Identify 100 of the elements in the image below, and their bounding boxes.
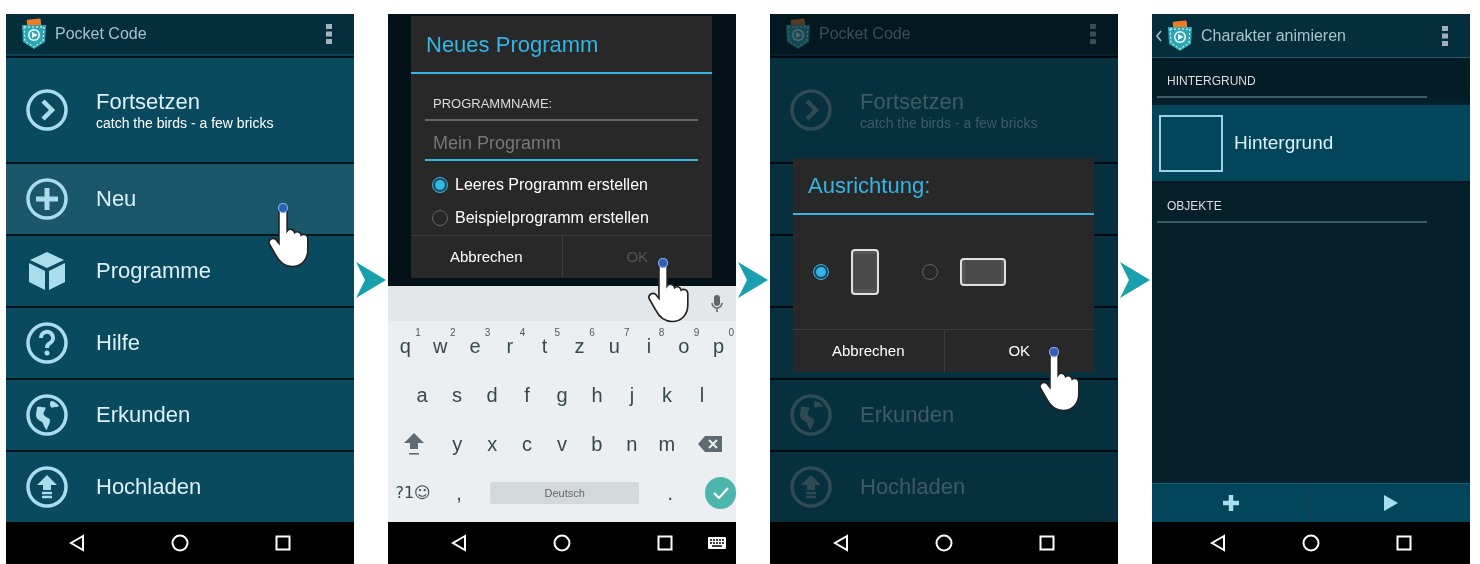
key[interactable]: d <box>474 372 510 417</box>
recent-apps-icon[interactable] <box>656 535 673 551</box>
key[interactable]: j <box>614 372 650 417</box>
key-hint: 9 <box>693 325 700 340</box>
key[interactable]: z 6 <box>562 323 597 368</box>
radio-button[interactable] <box>813 264 829 280</box>
menu-item[interactable]: Hochladen <box>6 452 354 522</box>
key[interactable]: c <box>509 422 545 467</box>
microphone-icon[interactable] <box>711 294 723 313</box>
menu-item[interactable]: Programme <box>6 236 354 306</box>
key-hint: 6 <box>589 325 595 340</box>
key-hint: 7 <box>624 325 630 340</box>
recent-apps-icon[interactable] <box>1038 535 1055 551</box>
plus-icon <box>1223 495 1239 511</box>
back-icon[interactable] <box>450 534 469 552</box>
home-icon[interactable] <box>553 534 571 552</box>
thumbnail-frame <box>1159 114 1223 172</box>
key[interactable]: h <box>579 372 615 417</box>
portrait-phone-icon[interactable] <box>851 249 879 295</box>
upload-circle-icon <box>789 465 833 509</box>
shift-arrow-icon <box>402 432 425 457</box>
radio-button[interactable] <box>432 176 448 193</box>
chevron-circle-icon <box>25 88 69 132</box>
menu-item[interactable]: Neu <box>6 164 354 234</box>
symbols-key[interactable]: ?1☺ <box>388 471 439 516</box>
step-arrow <box>1120 262 1150 298</box>
key[interactable]: x <box>474 422 510 467</box>
dialog-button[interactable]: Abbrechen <box>411 236 562 278</box>
key[interactable]: l <box>684 372 720 417</box>
key-hint: 3 <box>484 325 491 340</box>
check-icon <box>712 487 729 500</box>
key[interactable]: g <box>544 372 580 417</box>
app-title: Pocket Code <box>819 24 911 44</box>
back-icon[interactable] <box>68 534 87 552</box>
section-heading: OBJEKTE <box>1157 197 1427 223</box>
list-item[interactable]: Hintergrund <box>1152 105 1470 183</box>
dialog-title: Ausrichtung: <box>793 158 1094 215</box>
app-logo-icon <box>783 18 813 50</box>
plus-circle-icon <box>25 177 69 221</box>
key[interactable]: f <box>509 372 545 417</box>
key-hint: 2 <box>450 325 456 340</box>
upload-circle-icon <box>25 465 69 509</box>
key[interactable]: r 4 <box>492 323 528 368</box>
question-circle-icon <box>25 321 69 365</box>
home-icon[interactable] <box>1302 534 1320 552</box>
key[interactable]: m <box>649 422 685 467</box>
key-hint: 4 <box>519 325 526 340</box>
step-arrow <box>738 262 768 298</box>
chevron-circle-icon <box>789 88 833 132</box>
key[interactable]: i 8 <box>631 323 667 368</box>
key[interactable]: a <box>404 372 440 417</box>
key[interactable]: b <box>579 422 615 467</box>
keyboard-icon[interactable] <box>708 537 726 549</box>
key[interactable]: q 1 <box>388 323 423 368</box>
back-icon[interactable] <box>1209 534 1228 552</box>
name-input-field[interactable]: Mein Programm <box>425 128 698 161</box>
dialog-button[interactable]: Abbrechen <box>793 330 944 372</box>
landscape-tablet-icon[interactable] <box>960 258 1006 286</box>
menu-item[interactable]: Erkunden <box>6 380 354 450</box>
key[interactable]: k <box>649 372 685 417</box>
key[interactable]: u 7 <box>596 323 632 368</box>
pointing-hand-icon <box>267 203 309 269</box>
option-label[interactable]: Beispielprogramm erstellen <box>455 205 649 230</box>
key[interactable]: p 0 <box>701 323 736 368</box>
recent-apps-icon[interactable] <box>274 535 291 551</box>
key[interactable]: o 9 <box>666 323 702 368</box>
home-icon[interactable] <box>171 534 189 552</box>
field-label: PROGRAMMNAME: <box>425 94 698 121</box>
key-hint: 0 <box>728 325 734 340</box>
globe-icon <box>25 393 69 437</box>
key[interactable]: , <box>442 471 476 516</box>
back-icon[interactable] <box>832 534 851 552</box>
space-key[interactable]: Deutsch <box>489 482 640 505</box>
step-arrow <box>356 262 386 298</box>
app-logo-icon <box>19 18 49 50</box>
key-hint: 8 <box>658 325 665 340</box>
menu-item[interactable]: Hilfe <box>6 308 354 378</box>
more-options-icon[interactable] <box>326 24 332 44</box>
key[interactable]: . <box>653 471 688 516</box>
key[interactable]: y <box>439 422 475 467</box>
app-title: Pocket Code <box>55 24 147 44</box>
key-hint: 1 <box>415 325 421 340</box>
key[interactable]: w 2 <box>422 323 458 368</box>
key[interactable]: e 3 <box>457 323 493 368</box>
section-heading: HINTERGRUND <box>1157 72 1427 98</box>
more-options-icon[interactable] <box>1442 25 1448 46</box>
backspace-icon <box>698 436 723 453</box>
key[interactable]: v <box>544 422 580 467</box>
key[interactable]: n <box>614 422 650 467</box>
back-chevron-icon[interactable] <box>1156 29 1162 42</box>
home-icon[interactable] <box>935 534 953 552</box>
app-logo-icon <box>1165 19 1195 52</box>
option-label[interactable]: Leeres Programm erstellen <box>455 172 648 197</box>
key[interactable]: t 5 <box>527 323 562 368</box>
key[interactable]: s <box>439 372 475 417</box>
dialog-title: Neues Programm <box>411 16 712 74</box>
menu-item[interactable]: Fortsetzen catch the birds - a few bricks <box>6 58 354 162</box>
key-hint: 5 <box>554 325 560 340</box>
screen-title: Charakter animieren <box>1201 25 1346 46</box>
recent-apps-icon[interactable] <box>1395 535 1412 551</box>
